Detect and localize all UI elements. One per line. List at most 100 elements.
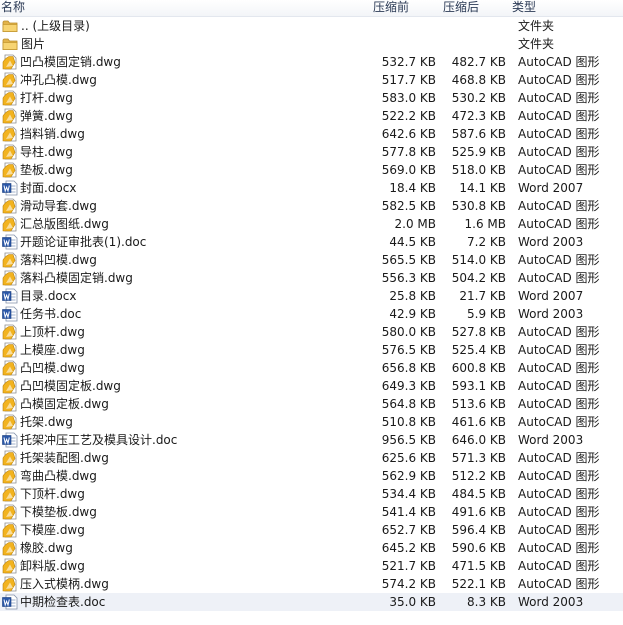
file-type: AutoCAD 图形 [518,199,600,213]
file-original-size: 600.8 KB [451,361,506,375]
file-type: 文件夹 [518,19,555,33]
file-compressed-size: 577.8 KB [381,145,436,159]
file-compressed-size: 532.7 KB [381,55,436,69]
file-original-size: 514.0 KB [451,253,506,267]
file-compressed-size: 42.9 KB [389,307,436,321]
file-row[interactable]: 弹簧.dwg 522.2 KB 472.3 KB AutoCAD 图形 [0,107,623,125]
file-original-size: 21.7 KB [459,289,506,303]
file-type: AutoCAD 图形 [518,451,600,465]
file-type: AutoCAD 图形 [518,109,600,123]
word-file-icon [2,306,18,322]
file-type: AutoCAD 图形 [518,343,600,357]
dwg-file-icon [2,324,18,340]
file-row[interactable]: 挡料销.dwg 642.6 KB 587.6 KB AutoCAD 图形 [0,125,623,143]
dwg-file-icon [2,144,18,160]
file-row[interactable]: 落料凹模.dwg 565.5 KB 514.0 KB AutoCAD 图形 [0,251,623,269]
file-name: 压入式模柄.dwg [20,577,109,591]
file-name: 卸料版.dwg [20,559,85,573]
file-row[interactable]: 凸凹模固定板.dwg 649.3 KB 593.1 KB AutoCAD 图形 [0,377,623,395]
word-file-icon [2,432,18,448]
file-row[interactable]: 汇总版图纸.dwg 2.0 MB 1.6 MB AutoCAD 图形 [0,215,623,233]
file-type: AutoCAD 图形 [518,55,600,69]
file-name: 下模座.dwg [20,523,85,537]
file-row[interactable]: 上模座.dwg 576.5 KB 525.4 KB AutoCAD 图形 [0,341,623,359]
file-row[interactable]: 中期检查表.doc 35.0 KB 8.3 KB Word 2003 [0,593,623,611]
file-type: AutoCAD 图形 [518,487,600,501]
file-type: AutoCAD 图形 [518,379,600,393]
file-row[interactable]: 托架.dwg 510.8 KB 461.6 KB AutoCAD 图形 [0,413,623,431]
file-row[interactable]: 垫板.dwg 569.0 KB 518.0 KB AutoCAD 图形 [0,161,623,179]
file-original-size: 512.2 KB [451,469,506,483]
file-row[interactable]: 下顶杆.dwg 534.4 KB 484.5 KB AutoCAD 图形 [0,485,623,503]
file-original-size: 525.4 KB [451,343,506,357]
file-row[interactable]: 下模垫板.dwg 541.4 KB 491.6 KB AutoCAD 图形 [0,503,623,521]
file-row[interactable]: 落料凸模固定销.dwg 556.3 KB 504.2 KB AutoCAD 图形 [0,269,623,287]
file-row[interactable]: 任务书.doc 42.9 KB 5.9 KB Word 2003 [0,305,623,323]
file-original-size: 14.1 KB [459,181,506,195]
file-type: Word 2003 [518,307,584,321]
file-compressed-size: 625.6 KB [381,451,436,465]
column-header-type[interactable]: 类型 [512,0,536,14]
file-type: AutoCAD 图形 [518,163,600,177]
file-name: 开题论证审批表(1).doc [20,235,147,249]
file-row[interactable]: 开题论证审批表(1).doc 44.5 KB 7.2 KB Word 2003 [0,233,623,251]
file-row[interactable]: 凹凸模固定销.dwg 532.7 KB 482.7 KB AutoCAD 图形 [0,53,623,71]
file-row[interactable]: 弯曲凸模.dwg 562.9 KB 512.2 KB AutoCAD 图形 [0,467,623,485]
file-row[interactable]: 下模座.dwg 652.7 KB 596.4 KB AutoCAD 图形 [0,521,623,539]
dwg-file-icon [2,486,18,502]
file-row[interactable]: 托架装配图.dwg 625.6 KB 571.3 KB AutoCAD 图形 [0,449,623,467]
column-header-compressed[interactable]: 压缩前 [373,0,409,14]
folder-row[interactable]: .. (上级目录) 文件夹 [0,17,623,35]
file-type: 文件夹 [518,37,555,51]
dwg-file-icon [2,126,18,142]
file-original-size: 482.7 KB [451,55,506,69]
file-name: 托架冲压工艺及模具设计.doc [20,433,178,447]
file-row[interactable]: 滑动导套.dwg 582.5 KB 530.8 KB AutoCAD 图形 [0,197,623,215]
file-row[interactable]: 压入式模柄.dwg 574.2 KB 522.1 KB AutoCAD 图形 [0,575,623,593]
file-row[interactable]: 上顶杆.dwg 580.0 KB 527.8 KB AutoCAD 图形 [0,323,623,341]
file-row[interactable]: 卸料版.dwg 521.7 KB 471.5 KB AutoCAD 图形 [0,557,623,575]
file-original-size: 525.9 KB [451,145,506,159]
file-name: 下模垫板.dwg [20,505,97,519]
column-header-original[interactable]: 压缩后 [443,0,479,14]
column-header-name[interactable]: 名称 [1,0,25,14]
file-row[interactable]: 橡胶.dwg 645.2 KB 590.6 KB AutoCAD 图形 [0,539,623,557]
file-type: AutoCAD 图形 [518,271,600,285]
file-row[interactable]: 凸模固定板.dwg 564.8 KB 513.6 KB AutoCAD 图形 [0,395,623,413]
file-compressed-size: 44.5 KB [389,235,436,249]
file-row[interactable]: 封面.docx 18.4 KB 14.1 KB Word 2007 [0,179,623,197]
file-compressed-size: 510.8 KB [381,415,436,429]
dwg-file-icon [2,252,18,268]
file-compressed-size: 574.2 KB [381,577,436,591]
file-row[interactable]: 导柱.dwg 577.8 KB 525.9 KB AutoCAD 图形 [0,143,623,161]
file-row[interactable]: 目录.docx 25.8 KB 21.7 KB Word 2007 [0,287,623,305]
file-name: 凹凸模固定销.dwg [20,55,121,69]
word-file-icon [2,234,18,250]
file-name: 封面.docx [20,181,77,195]
dwg-file-icon [2,540,18,556]
file-row[interactable]: 打杆.dwg 583.0 KB 530.2 KB AutoCAD 图形 [0,89,623,107]
file-type: AutoCAD 图形 [518,523,600,537]
file-compressed-size: 565.5 KB [381,253,436,267]
file-name: 上模座.dwg [20,343,85,357]
file-compressed-size: 35.0 KB [389,595,436,609]
dwg-file-icon [2,270,18,286]
file-name: 滑动导套.dwg [20,199,97,213]
file-original-size: 1.6 MB [464,217,506,231]
file-compressed-size: 541.4 KB [381,505,436,519]
file-compressed-size: 580.0 KB [381,325,436,339]
file-compressed-size: 569.0 KB [381,163,436,177]
file-row[interactable]: 凸凹模.dwg 656.8 KB 600.8 KB AutoCAD 图形 [0,359,623,377]
file-type: AutoCAD 图形 [518,217,600,231]
dwg-file-icon [2,360,18,376]
dwg-file-icon [2,396,18,412]
folder-icon [2,18,18,34]
file-type: AutoCAD 图形 [518,541,600,555]
file-original-size: 484.5 KB [451,487,506,501]
file-row[interactable]: 托架冲压工艺及模具设计.doc 956.5 KB 646.0 KB Word 2003 [0,431,623,449]
file-row[interactable]: 冲孔凸模.dwg 517.7 KB 468.8 KB AutoCAD 图形 [0,71,623,89]
dwg-file-icon [2,576,18,592]
file-original-size: 593.1 KB [451,379,506,393]
file-compressed-size: 656.8 KB [381,361,436,375]
folder-row[interactable]: 图片 文件夹 [0,35,623,53]
